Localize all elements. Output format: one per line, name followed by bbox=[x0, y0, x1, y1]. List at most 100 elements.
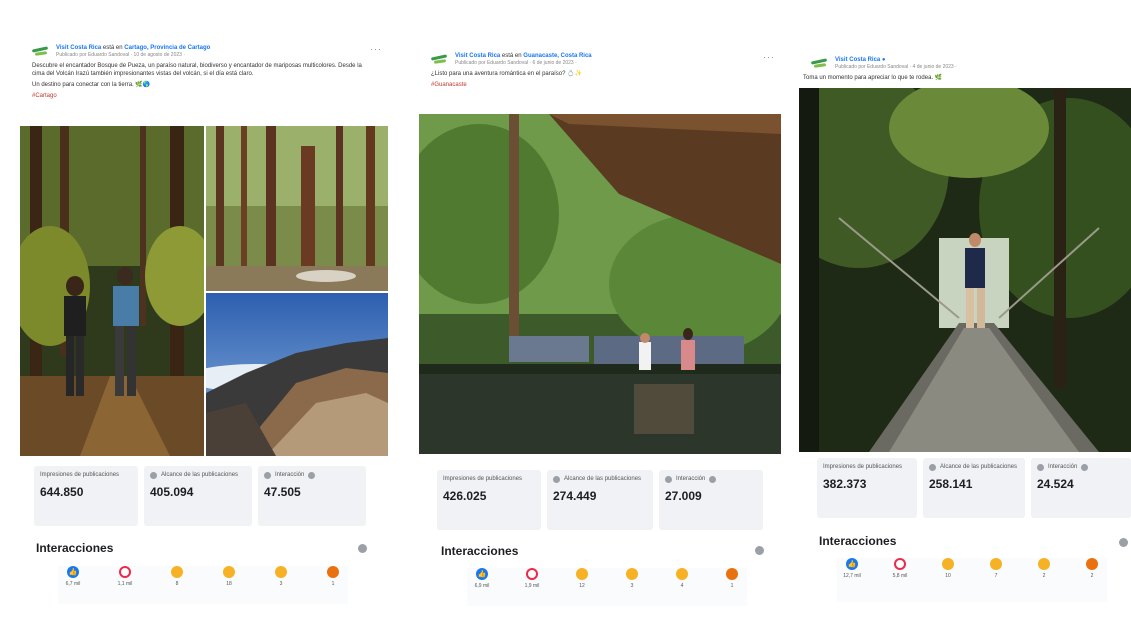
post-photo[interactable] bbox=[419, 114, 781, 454]
post-photo-collage[interactable] bbox=[20, 126, 388, 456]
angry-icon bbox=[1086, 558, 1098, 570]
stat-impressions: Impresiones de publicaciones 644.850 bbox=[34, 466, 138, 526]
reaction-count: 2 bbox=[1042, 573, 1046, 579]
reaction-love[interactable]: 1,1 mil bbox=[110, 566, 140, 604]
reactions-row: 👍 12,7 mil 5,8 mil 10 7 2 2 bbox=[837, 558, 1107, 602]
post-card-3: Visit Costa Rica ● Publicado por Eduardo… bbox=[797, 50, 1131, 608]
reaction-angry[interactable]: 1 bbox=[717, 568, 747, 606]
info-icon[interactable] bbox=[1037, 464, 1044, 471]
hashtag-link[interactable]: #Cartago bbox=[32, 93, 57, 99]
location-link[interactable]: Guanacaste, Costa Rica bbox=[523, 53, 591, 59]
stat-reach: Alcance de las publicaciones 405.094 bbox=[144, 466, 252, 526]
reaction-love[interactable]: 5,8 mil bbox=[885, 558, 915, 602]
stat-value: 47.505 bbox=[264, 485, 301, 499]
reactions-row: 👍 6,9 mil 1,9 mil 12 3 4 1 bbox=[467, 568, 747, 606]
more-options-icon[interactable]: ··· bbox=[370, 44, 382, 54]
reaction-sad[interactable]: 2 bbox=[1029, 558, 1059, 602]
post-photo[interactable] bbox=[799, 88, 1131, 452]
reaction-haha[interactable]: 10 bbox=[933, 558, 963, 602]
info-icon[interactable] bbox=[308, 472, 316, 479]
reaction-count: 7 bbox=[994, 573, 998, 579]
info-icon[interactable] bbox=[553, 476, 560, 483]
reaction-haha[interactable]: 8 bbox=[162, 566, 192, 604]
photo-volcano-clouds[interactable] bbox=[206, 293, 388, 456]
interactions-title: Interacciones bbox=[441, 544, 519, 558]
visit-costa-rica-logo-icon bbox=[430, 54, 449, 66]
location-link[interactable]: Cartago, Provincia de Cartago bbox=[124, 45, 210, 51]
location-connector: está en bbox=[501, 53, 522, 59]
stat-value: 405.094 bbox=[150, 485, 194, 499]
reaction-sad[interactable]: 3 bbox=[266, 566, 296, 604]
photo-tall-trees[interactable] bbox=[206, 126, 388, 291]
info-icon[interactable] bbox=[755, 546, 764, 555]
reaction-count: 8 bbox=[175, 581, 179, 587]
info-icon[interactable] bbox=[264, 472, 271, 479]
reaction-like[interactable]: 👍 12,7 mil bbox=[837, 558, 867, 602]
wow-icon bbox=[990, 558, 1002, 570]
more-options-icon[interactable]: ··· bbox=[763, 52, 775, 62]
reaction-like[interactable]: 👍 6,9 mil bbox=[467, 568, 497, 606]
page-name-link[interactable]: Visit Costa Rica bbox=[56, 45, 101, 51]
reaction-love[interactable]: 1,9 mil bbox=[517, 568, 547, 606]
photo-romantic-proposal bbox=[419, 114, 781, 454]
haha-icon bbox=[942, 558, 954, 570]
info-icon[interactable] bbox=[150, 472, 157, 479]
info-icon[interactable] bbox=[709, 476, 717, 483]
stat-value: 24.524 bbox=[1037, 477, 1074, 491]
stat-value: 644.850 bbox=[40, 485, 84, 499]
reaction-wow[interactable]: 3 bbox=[617, 568, 647, 606]
interactions-title: Interacciones bbox=[819, 534, 897, 548]
stat-label: Alcance de las publicaciones bbox=[940, 464, 1018, 470]
info-icon[interactable] bbox=[929, 464, 936, 471]
stat-label: Interacción bbox=[676, 476, 706, 482]
sad-icon bbox=[275, 566, 287, 578]
page-name-link[interactable]: Visit Costa Rica bbox=[835, 57, 880, 63]
info-icon[interactable] bbox=[665, 476, 672, 483]
wow-icon bbox=[223, 566, 235, 578]
angry-icon bbox=[327, 566, 339, 578]
reactions-row: 👍 6,7 mil 1,1 mil 8 18 3 1 bbox=[58, 566, 348, 604]
reaction-sad[interactable]: 4 bbox=[667, 568, 697, 606]
photo-couple-forest[interactable] bbox=[20, 126, 204, 456]
reaction-count: 1,1 mil bbox=[117, 581, 133, 587]
stat-reach: Alcance de las publicaciones 274.449 bbox=[547, 470, 653, 530]
stat-label: Interacción bbox=[275, 472, 305, 478]
reaction-angry[interactable]: 2 bbox=[1077, 558, 1107, 602]
like-icon: 👍 bbox=[67, 566, 79, 578]
post-meta: Publicado por Eduardo Sandoval · 10 de a… bbox=[56, 52, 185, 58]
info-icon[interactable] bbox=[358, 544, 367, 553]
info-icon[interactable] bbox=[1081, 464, 1089, 471]
post-stats: Impresiones de publicaciones 382.373 Alc… bbox=[817, 458, 1131, 518]
post-author-line: Visit Costa Rica está en Guanacaste, Cos… bbox=[455, 52, 763, 60]
page-name-link[interactable]: Visit Costa Rica bbox=[455, 53, 500, 59]
stat-label: Impresiones de publicaciones bbox=[40, 472, 120, 478]
stat-label: Alcance de las publicaciones bbox=[161, 472, 239, 478]
reaction-haha[interactable]: 12 bbox=[567, 568, 597, 606]
post-card-2: Visit Costa Rica está en Guanacaste, Cos… bbox=[417, 46, 781, 608]
reaction-count: 2 bbox=[1090, 573, 1094, 579]
info-icon[interactable] bbox=[1119, 538, 1128, 547]
reaction-wow[interactable]: 18 bbox=[214, 566, 244, 604]
like-icon: 👍 bbox=[846, 558, 858, 570]
post-caption: Toma un momento para apreciar lo que te … bbox=[803, 75, 943, 81]
hashtag-link[interactable]: #Guanacaste bbox=[431, 82, 467, 88]
stat-impressions: Impresiones de publicaciones 426.025 bbox=[437, 470, 541, 530]
reaction-wow[interactable]: 7 bbox=[981, 558, 1011, 602]
haha-icon bbox=[171, 566, 183, 578]
stat-interaction: Interacción 24.524 bbox=[1031, 458, 1131, 518]
like-icon: 👍 bbox=[476, 568, 488, 580]
post-stats: Impresiones de publicaciones 426.025 Alc… bbox=[437, 470, 767, 530]
post-caption: ¿Listo para una aventura romántica en el… bbox=[431, 71, 583, 77]
sad-icon bbox=[1038, 558, 1050, 570]
post-author-line: Visit Costa Rica ● bbox=[835, 56, 1125, 64]
reaction-count: 1,9 mil bbox=[524, 583, 540, 589]
love-icon bbox=[119, 566, 131, 578]
verified-badge-icon: ● bbox=[881, 57, 886, 63]
reaction-like[interactable]: 👍 6,7 mil bbox=[58, 566, 88, 604]
reaction-angry[interactable]: 1 bbox=[318, 566, 348, 604]
visit-costa-rica-logo-icon bbox=[810, 58, 829, 70]
reaction-count: 10 bbox=[945, 573, 951, 579]
stat-interaction: Interacción 27.009 bbox=[659, 470, 763, 530]
post-meta: Publicado por Eduardo Sandoval · 4 de ju… bbox=[835, 64, 957, 70]
reaction-count: 6,7 mil bbox=[65, 581, 81, 587]
